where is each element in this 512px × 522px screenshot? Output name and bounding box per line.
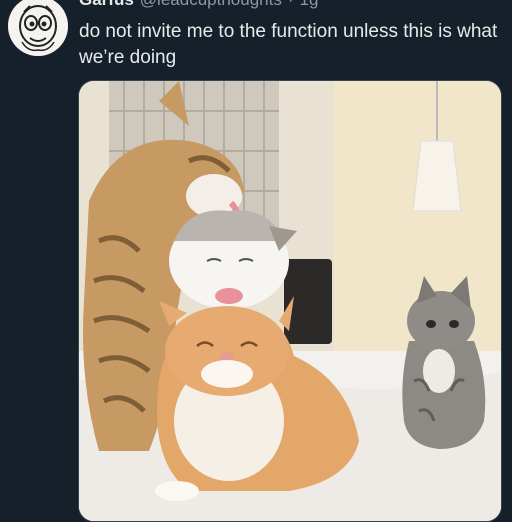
avatar-drawing — [8, 0, 68, 56]
user-handle[interactable]: @leadcupthoughts — [140, 0, 282, 10]
tweet-header: Garfus @leadcupthoughts · 1g — [79, 0, 318, 12]
tweet[interactable]: Garfus @leadcupthoughts · 1g ··· do not … — [0, 0, 512, 522]
timestamp[interactable]: 1g — [300, 0, 319, 10]
tweet-media-photo[interactable] — [78, 80, 502, 522]
separator-dot: · — [288, 0, 294, 10]
more-horizontal-icon[interactable]: ··· — [474, 0, 495, 9]
cats-photo — [79, 81, 501, 521]
tweet-text: do not invite me to the function unless … — [79, 21, 498, 68]
avatar[interactable] — [8, 0, 68, 56]
display-name[interactable]: Garfus — [79, 0, 134, 10]
